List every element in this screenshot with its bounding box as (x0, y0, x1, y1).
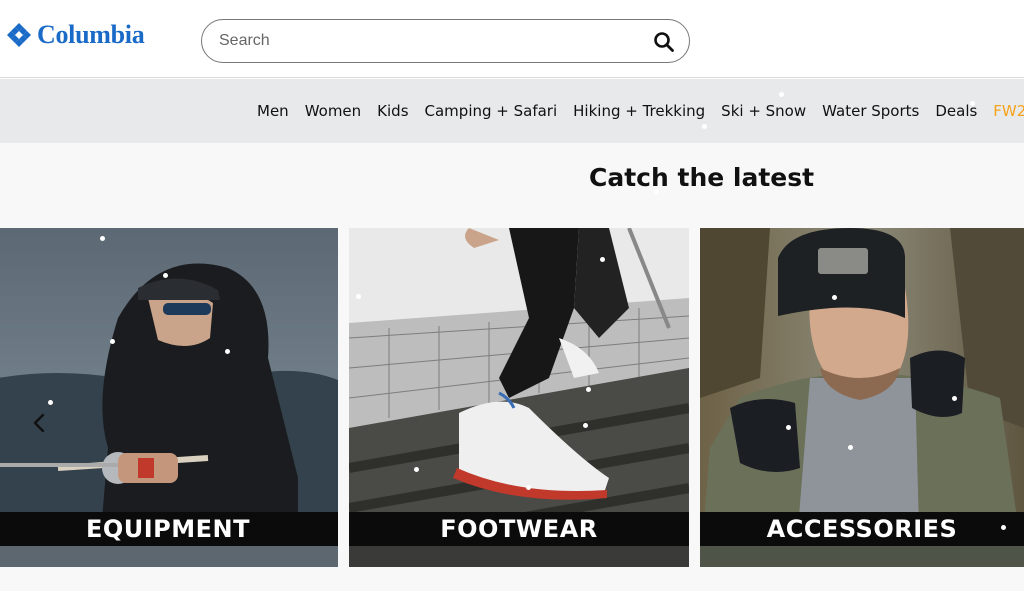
category-card-equipment[interactable]: EQUIPMENT (0, 228, 338, 567)
nav-item-men[interactable]: Men (257, 102, 289, 120)
card-image-bottom (700, 546, 1024, 567)
card-label-band: FOOTWEAR (349, 512, 689, 546)
card-label-footwear: FOOTWEAR (440, 515, 598, 543)
category-card-accessories[interactable]: ACCESSORIES (700, 228, 1024, 567)
card-label-band: EQUIPMENT (0, 512, 338, 546)
nav-item-deals[interactable]: Deals (935, 102, 977, 120)
carousel-prev-button[interactable] (28, 408, 50, 438)
columbia-logo[interactable]: Columbia (4, 20, 145, 50)
card-label-band: ACCESSORIES (700, 512, 1024, 546)
category-card-footwear[interactable]: FOOTWEAR (349, 228, 689, 567)
nav-item-camping-safari[interactable]: Camping + Safari (425, 102, 558, 120)
logo-text: Columbia (37, 20, 145, 49)
search-input[interactable] (219, 20, 639, 62)
nav-item-women[interactable]: Women (305, 102, 361, 120)
card-label-equipment: EQUIPMENT (85, 515, 251, 543)
chevron-left-icon (33, 413, 45, 433)
search-bar (201, 19, 690, 63)
nav-item-water-sports[interactable]: Water Sports (822, 102, 919, 120)
nav-list: Men Women Kids Camping + Safari Hiking +… (257, 79, 1024, 143)
site-header: Columbia (0, 0, 1024, 78)
nav-item-kids[interactable]: Kids (377, 102, 408, 120)
search-icon[interactable] (653, 31, 675, 53)
nav-item-ski-snow[interactable]: Ski + Snow (721, 102, 806, 120)
nav-item-hiking-trekking[interactable]: Hiking + Trekking (573, 102, 705, 120)
columbia-diamond-icon (7, 23, 31, 47)
main-nav: Men Women Kids Camping + Safari Hiking +… (0, 79, 1024, 143)
card-image-bottom (0, 546, 338, 567)
card-label-accessories: ACCESSORIES (766, 515, 958, 543)
card-image-bottom (349, 546, 689, 567)
nav-item-fw24-promo[interactable]: FW24 C (993, 102, 1024, 120)
section-title: Catch the latest (589, 163, 815, 192)
catch-the-latest-section: Catch the latest EQUIPMENT FOOTWEAR ACCE… (0, 143, 1024, 591)
